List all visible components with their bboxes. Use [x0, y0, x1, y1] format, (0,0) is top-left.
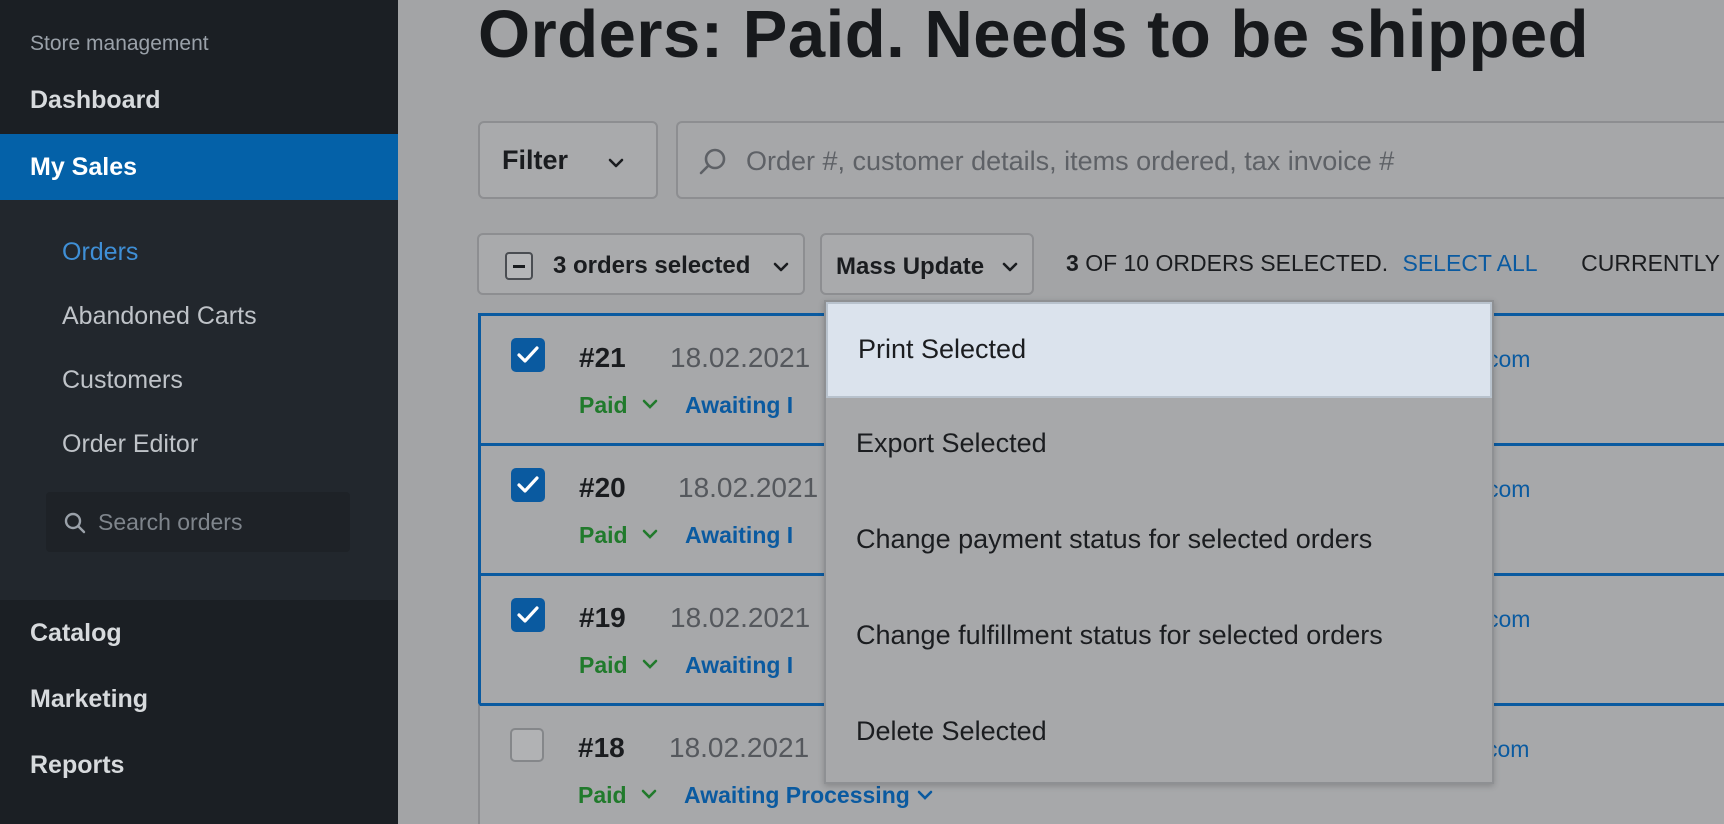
- payment-status[interactable]: Paid: [579, 652, 658, 679]
- search-icon: [699, 148, 726, 175]
- sidebar-item-marketing[interactable]: Marketing: [30, 685, 148, 714]
- order-checkbox[interactable]: [511, 598, 545, 632]
- order-search-input[interactable]: [746, 139, 1646, 183]
- order-number[interactable]: #20: [579, 472, 626, 504]
- page-title: Orders: Paid. Needs to be shipped: [478, 0, 1590, 72]
- sidebar-item-order-editor[interactable]: Order Editor: [62, 430, 198, 459]
- order-date: 18.02.2021: [678, 472, 819, 503]
- payment-status[interactable]: Paid: [578, 782, 657, 809]
- chevron-down-icon: [1002, 262, 1018, 272]
- sidebar-item-customers[interactable]: Customers: [62, 366, 183, 395]
- sidebar-section-title: Store management: [30, 32, 209, 55]
- order-checkbox[interactable]: [510, 728, 544, 762]
- selection-label: 3 orders selected: [553, 252, 751, 279]
- menu-item-change-fulfillment-status[interactable]: Change fulfillment status for selected o…: [826, 590, 1492, 686]
- order-number[interactable]: #19: [579, 602, 626, 634]
- order-checkbox[interactable]: [511, 338, 545, 372]
- menu-item-change-payment-status[interactable]: Change payment status for selected order…: [826, 494, 1492, 590]
- menu-item-export-selected[interactable]: Export Selected: [826, 398, 1492, 494]
- sidebar-item-reports[interactable]: Reports: [30, 751, 124, 780]
- payment-status[interactable]: Paid: [579, 522, 658, 549]
- chevron-down-icon: [917, 790, 933, 800]
- filter-label: Filter: [502, 145, 569, 175]
- payment-status[interactable]: Paid: [579, 392, 658, 419]
- menu-item-print-selected[interactable]: Print Selected: [826, 302, 1492, 398]
- check-icon: [517, 346, 539, 363]
- selection-dropdown-button[interactable]: 3 orders selected: [477, 233, 805, 295]
- order-number[interactable]: #18: [578, 732, 625, 764]
- menu-item-label: Change payment status for selected order…: [856, 524, 1373, 554]
- order-number[interactable]: #21: [579, 342, 626, 374]
- select-all-link[interactable]: SELECT ALL: [1403, 250, 1537, 276]
- currently-label: CURRENTLY: [1581, 250, 1721, 276]
- selected-count: 3: [1066, 250, 1079, 276]
- fulfillment-status-label: Awaiting Processing: [684, 782, 910, 808]
- selection-info-text: OF 10 ORDERS SELECTED.: [1085, 250, 1389, 276]
- payment-status-label: Paid: [579, 522, 628, 548]
- sidebar-item-my-sales[interactable]: My Sales: [0, 134, 398, 200]
- menu-item-label: Export Selected: [856, 428, 1047, 458]
- fulfillment-status[interactable]: Awaiting I: [685, 392, 793, 419]
- chevron-down-icon: [642, 659, 658, 669]
- sidebar-item-orders[interactable]: Orders: [62, 238, 138, 267]
- filter-button[interactable]: Filter: [478, 121, 658, 199]
- menu-item-label: Print Selected: [858, 334, 1027, 364]
- fulfillment-status[interactable]: Awaiting I: [685, 652, 793, 679]
- mass-update-menu: Print Selected Export Selected Change pa…: [824, 300, 1494, 784]
- selection-info: 3 OF 10 ORDERS SELECTED. SELECT ALL CURR…: [1066, 250, 1720, 277]
- payment-status-label: Paid: [578, 782, 627, 808]
- chevron-down-icon: [641, 789, 657, 799]
- sidebar-search-placeholder: Search orders: [98, 509, 243, 535]
- sidebar: Store management Dashboard My Sales Orde…: [0, 0, 398, 824]
- sidebar-item-catalog[interactable]: Catalog: [30, 619, 122, 648]
- partial-select-checkbox[interactable]: [505, 252, 533, 280]
- sidebar-search-orders[interactable]: Search orders: [46, 492, 350, 552]
- sidebar-item-dashboard[interactable]: Dashboard: [30, 86, 161, 115]
- mass-update-label: Mass Update: [836, 253, 985, 280]
- check-icon: [517, 476, 539, 493]
- payment-status-label: Paid: [579, 392, 628, 418]
- menu-item-label: Change fulfillment status for selected o…: [856, 620, 1383, 650]
- chevron-down-icon: [608, 158, 624, 168]
- chevron-down-icon: [642, 399, 658, 409]
- payment-status-label: Paid: [579, 652, 628, 678]
- order-date: 18.02.2021: [669, 732, 810, 763]
- fulfillment-status[interactable]: Awaiting Processing: [684, 782, 934, 809]
- search-icon: [64, 512, 86, 534]
- chevron-down-icon: [642, 529, 658, 539]
- chevron-down-icon: [773, 262, 789, 272]
- menu-item-label: Delete Selected: [856, 716, 1047, 746]
- order-search-field[interactable]: [676, 121, 1724, 199]
- order-date: 18.02.2021: [670, 602, 811, 633]
- sidebar-item-abandoned-carts[interactable]: Abandoned Carts: [62, 302, 257, 331]
- menu-item-delete-selected[interactable]: Delete Selected: [826, 686, 1492, 782]
- sidebar-item-label: My Sales: [30, 153, 138, 181]
- fulfillment-status[interactable]: Awaiting I: [685, 522, 793, 549]
- order-date: 18.02.2021: [670, 342, 811, 373]
- check-icon: [517, 606, 539, 623]
- order-checkbox[interactable]: [511, 468, 545, 502]
- mass-update-button[interactable]: Mass Update: [820, 233, 1034, 295]
